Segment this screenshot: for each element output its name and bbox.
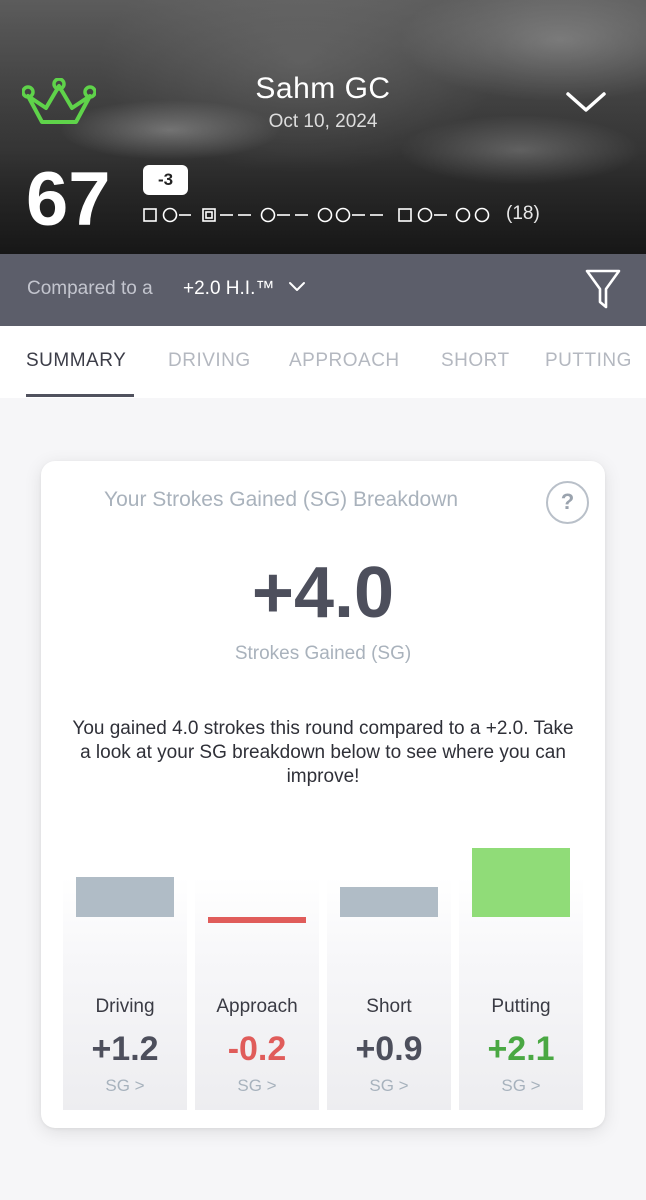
course-name: Sahm GC xyxy=(255,72,391,105)
sg-detail-link[interactable]: SG > xyxy=(327,1076,451,1096)
sg-bar-driving xyxy=(76,877,174,917)
sg-value-label: +0.9 xyxy=(355,1030,423,1068)
sg-detail-link[interactable]: SG > xyxy=(459,1076,583,1096)
to-par-badge: -3 xyxy=(143,165,188,195)
sg-value-label: +2.1 xyxy=(487,1030,555,1068)
sg-detail-link[interactable]: SG > xyxy=(195,1076,319,1096)
compare-bar: Compared to a +2.0 H.I.™ xyxy=(0,254,646,326)
sg-bar-short xyxy=(340,887,438,917)
total-sg-label: Strokes Gained (SG) xyxy=(234,643,412,664)
sg-category-label: Putting xyxy=(491,996,551,1017)
summary-text: You gained 4.0 strokes this round compar… xyxy=(72,718,574,787)
handicap-selector[interactable]: +2.0 H.I.™ xyxy=(183,278,274,300)
tab-driving[interactable]: DRIVING xyxy=(168,350,251,372)
total-strokes-gained: +4.0 xyxy=(251,553,395,633)
active-tab-indicator xyxy=(26,394,134,397)
card-title: Your Strokes Gained (SG) Breakdown xyxy=(104,488,459,511)
hole-by-hole-strip xyxy=(143,207,490,223)
holes-played: (18) xyxy=(506,203,540,224)
round-score: 67 xyxy=(26,157,111,242)
round-date: Oct 10, 2024 xyxy=(268,111,378,132)
sg-bar-approach xyxy=(208,917,306,923)
chevron-down-icon[interactable] xyxy=(288,281,306,293)
tab-short[interactable]: SHORT xyxy=(441,350,510,372)
help-icon[interactable]: ? xyxy=(546,481,589,524)
filter-icon[interactable] xyxy=(585,268,621,310)
sg-category-label: Approach xyxy=(216,996,298,1017)
tab-summary[interactable]: SUMMARY xyxy=(26,350,126,372)
sg-category-label: Driving xyxy=(95,996,155,1017)
sg-value-label: +1.2 xyxy=(91,1030,159,1068)
tab-bar: SUMMARY DRIVING APPROACH SHORT PUTTING xyxy=(0,326,646,398)
compare-label: Compared to a xyxy=(27,278,153,299)
tab-approach[interactable]: APPROACH xyxy=(289,350,400,372)
chevron-down-icon[interactable] xyxy=(564,88,608,116)
sg-detail-link[interactable]: SG > xyxy=(63,1076,187,1096)
sg-value-label: -0.2 xyxy=(227,1030,287,1068)
sg-category-label: Short xyxy=(366,996,412,1017)
sg-bar-putting xyxy=(472,847,570,917)
tab-putting[interactable]: PUTTING xyxy=(545,350,632,372)
